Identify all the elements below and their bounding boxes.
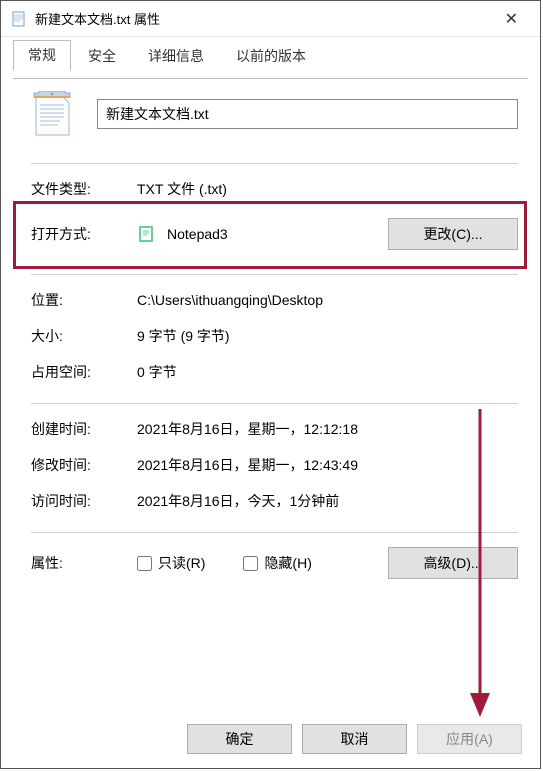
tab-general[interactable]: 常规: [13, 40, 71, 71]
file-header-row: 新建文本文档.txt: [31, 91, 518, 137]
attributes-label: 属性:: [31, 553, 137, 573]
openwith-value-group: Notepad3: [137, 224, 388, 244]
file-large-icon: [31, 91, 73, 137]
sizeondisk-value: 0 字节: [137, 362, 518, 382]
notepad3-icon: [137, 224, 157, 244]
tab-border: [13, 78, 528, 79]
location-value: C:\Users\ithuangqing\Desktop: [137, 292, 518, 308]
created-label: 创建时间:: [31, 419, 137, 439]
created-row: 创建时间: 2021年8月16日，星期一，12:12:18: [31, 418, 518, 440]
hidden-checkbox[interactable]: [243, 556, 258, 571]
openwith-app-name: Notepad3: [167, 226, 228, 242]
hidden-label: 隐藏(H): [264, 553, 311, 573]
size-label: 大小:: [31, 326, 137, 346]
general-tab-content: 新建文本文档.txt 文件类型: TXT 文件 (.txt) 打开方式: Not…: [1, 71, 540, 609]
modified-value: 2021年8月16日，星期一，12:43:49: [137, 455, 518, 475]
attributes-row: 属性: 只读(R) 隐藏(H) 高级(D)...: [31, 547, 518, 579]
readonly-checkbox-item[interactable]: 只读(R): [137, 553, 205, 573]
openwith-row: 打开方式: Notepad3 更改(C)...: [31, 218, 518, 250]
filetype-row: 文件类型: TXT 文件 (.txt): [31, 178, 518, 200]
filetype-value: TXT 文件 (.txt): [137, 179, 518, 199]
ok-button[interactable]: 确定: [187, 724, 292, 754]
readonly-label: 只读(R): [158, 553, 205, 573]
tab-security[interactable]: 安全: [73, 41, 131, 71]
accessed-value: 2021年8月16日，今天，1分钟前: [137, 491, 518, 511]
accessed-label: 访问时间:: [31, 491, 137, 511]
sizeondisk-row: 占用空间: 0 字节: [31, 361, 518, 383]
file-txt-icon: [11, 11, 27, 27]
size-value: 9 字节 (9 字节): [137, 326, 518, 346]
change-button[interactable]: 更改(C)...: [388, 218, 518, 250]
created-value: 2021年8月16日，星期一，12:12:18: [137, 419, 518, 439]
cancel-button[interactable]: 取消: [302, 724, 407, 754]
hidden-checkbox-item[interactable]: 隐藏(H): [243, 553, 311, 573]
dialog-footer: 确定 取消 应用(A): [187, 724, 522, 754]
filename-text: 新建文本文档.txt: [106, 104, 209, 124]
readonly-checkbox[interactable]: [137, 556, 152, 571]
window-title: 新建文本文档.txt 属性: [35, 9, 160, 28]
tab-previous-versions[interactable]: 以前的版本: [221, 41, 321, 71]
separator: [31, 274, 518, 275]
accessed-row: 访问时间: 2021年8月16日，今天，1分钟前: [31, 490, 518, 512]
modified-label: 修改时间:: [31, 455, 137, 475]
tab-details[interactable]: 详细信息: [133, 41, 219, 71]
apply-button[interactable]: 应用(A): [417, 724, 522, 754]
tabs: 常规 安全 详细信息 以前的版本: [1, 37, 540, 71]
filename-input[interactable]: 新建文本文档.txt: [97, 99, 518, 129]
separator: [31, 532, 518, 533]
size-row: 大小: 9 字节 (9 字节): [31, 325, 518, 347]
close-button[interactable]: ✕: [497, 5, 526, 33]
titlebar: 新建文本文档.txt 属性 ✕: [1, 1, 540, 37]
filetype-label: 文件类型:: [31, 179, 137, 199]
openwith-label: 打开方式:: [31, 224, 137, 244]
advanced-button[interactable]: 高级(D)...: [388, 547, 518, 579]
titlebar-left: 新建文本文档.txt 属性: [11, 9, 160, 28]
separator: [31, 163, 518, 164]
modified-row: 修改时间: 2021年8月16日，星期一，12:43:49: [31, 454, 518, 476]
location-row: 位置: C:\Users\ithuangqing\Desktop: [31, 289, 518, 311]
sizeondisk-label: 占用空间:: [31, 362, 137, 382]
location-label: 位置:: [31, 290, 137, 310]
separator: [31, 403, 518, 404]
attributes-checkboxes: 只读(R) 隐藏(H): [137, 553, 312, 573]
properties-dialog: 新建文本文档.txt 属性 ✕ 常规 安全 详细信息 以前的版本: [0, 0, 541, 769]
